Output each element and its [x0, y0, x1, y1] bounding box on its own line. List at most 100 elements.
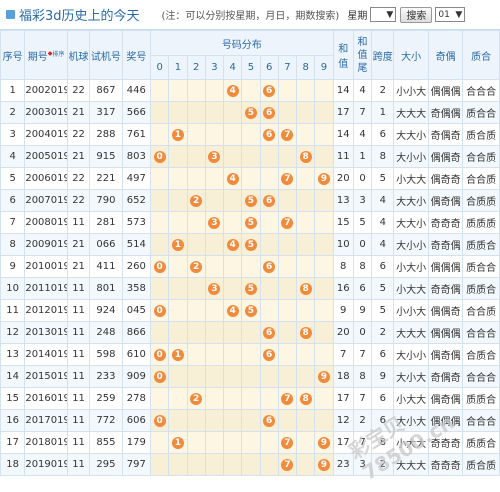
week-select[interactable]: ▼: [370, 7, 397, 22]
dist-cell-6: [259, 453, 279, 476]
cell-machine: 11: [66, 453, 91, 476]
table-row: 15 2016019 11 259 278 2 7 8 17 7 6 小大大 偶奇偶 质质合: [0, 387, 500, 410]
table-row: 17 2018019 11 855 179 1 7 9 17 7 8 小大大 奇奇奇 质质合: [0, 431, 500, 454]
digit-ball: 0: [153, 304, 166, 317]
dist-cell-8: [296, 299, 316, 322]
cell-span: 6: [371, 255, 395, 278]
dist-cell-0: 0: [150, 299, 170, 322]
cell-size: 大小小: [393, 233, 429, 256]
cell-machine: 21: [66, 145, 91, 168]
dist-cell-3: [204, 365, 225, 388]
table-row: 14 2015019 11 233 909 0 9 18 8 9 大小大 奇偶奇 合合合: [0, 365, 500, 388]
dist-cell-8: 8: [296, 277, 316, 300]
dist-cell-5: [241, 453, 261, 476]
cell-span: 5: [371, 299, 395, 322]
digit-header-2: 2: [186, 55, 206, 80]
dist-cell-4: [223, 123, 243, 146]
dist-cell-3: [204, 123, 225, 146]
dist-cell-3: [204, 299, 225, 322]
col-period[interactable]: 期号◆排序: [24, 30, 68, 80]
digit-ball: 6: [263, 326, 276, 339]
cell-primecomp: 合合质: [462, 145, 500, 168]
cell-sum-tail: 3: [352, 453, 373, 476]
cell-machine: 21: [66, 255, 91, 278]
cell-primecomp: 质质质: [462, 211, 500, 234]
dist-cell-5: [241, 145, 261, 168]
cell-sum: 17: [332, 387, 354, 410]
digit-ball: 1: [171, 348, 184, 361]
cell-size: 小小大: [393, 79, 429, 102]
dist-cell-6: [259, 145, 279, 168]
cell-sum-tail: 8: [352, 255, 373, 278]
cell-seq: 17: [0, 431, 26, 454]
dist-cell-6: 6: [259, 101, 279, 124]
cell-sum-tail: 3: [352, 189, 373, 212]
digit-ball: 9: [317, 172, 330, 185]
cell-test: 259: [89, 387, 123, 410]
cell-sum-tail: 4: [352, 79, 373, 102]
digit-ball: 8: [299, 150, 312, 163]
digit-ball: 5: [244, 282, 257, 295]
cell-size: 大大大: [393, 453, 429, 476]
count-select[interactable]: 01 ▼: [435, 7, 466, 22]
dist-cell-8: [296, 453, 316, 476]
cell-span: 4: [371, 233, 395, 256]
cell-seq: 6: [0, 189, 26, 212]
cell-machine: 11: [66, 365, 91, 388]
dist-cell-1: [168, 409, 188, 432]
cell-primecomp: 质质合: [462, 431, 500, 454]
cell-size: 大小大: [393, 409, 429, 432]
cell-oddeven: 偶偶偶: [427, 79, 464, 102]
cell-test: 248: [89, 321, 123, 344]
dist-cell-9: [314, 79, 334, 102]
dist-cell-5: [241, 387, 261, 410]
dist-cell-0: [150, 387, 170, 410]
dist-cell-6: [259, 299, 279, 322]
cell-span: 1: [371, 101, 395, 124]
table-row: 5 2006019 22 221 497 4 7 9 20 0 5 小大大 偶奇奇 合合质: [0, 167, 500, 190]
chevron-down-icon: ▼: [455, 9, 463, 20]
cell-span: 2: [371, 453, 395, 476]
chevron-down-icon: ▼: [386, 9, 394, 20]
dist-cell-4: [223, 277, 243, 300]
digit-ball: 7: [281, 216, 294, 229]
cell-oddeven: 奇偶奇: [427, 123, 464, 146]
dist-cell-3: [204, 387, 225, 410]
table-row: 11 2012019 11 924 045 0 4 5 9 9 5 小小大 偶偶奇 合合质: [0, 299, 500, 322]
dist-cell-2: [186, 343, 206, 366]
dist-cell-9: 9: [314, 453, 334, 476]
dist-cell-1: [168, 189, 188, 212]
cell-sum-tail: 7: [352, 431, 373, 454]
cell-oddeven: 奇奇奇: [427, 453, 464, 476]
dist-cell-0: [150, 123, 170, 146]
cell-span: 5: [371, 167, 395, 190]
cell-test: 915: [89, 145, 123, 168]
cell-prize: 358: [121, 277, 152, 300]
dist-cell-4: 4: [223, 79, 243, 102]
digit-ball: 5: [244, 238, 257, 251]
table-row: 12 2013019 11 248 866 6 8 20 0 2 大大大 偶偶偶 合合合: [0, 321, 500, 344]
digit-ball: 0: [153, 260, 166, 273]
search-button[interactable]: 搜索: [400, 6, 433, 23]
dist-cell-6: [259, 365, 279, 388]
dist-cell-9: [314, 233, 334, 256]
dist-cell-6: 6: [259, 123, 279, 146]
cell-test: 295: [89, 453, 123, 476]
cell-machine: 21: [66, 233, 91, 256]
digit-ball: 9: [317, 370, 330, 383]
table-row: 4 2005019 21 915 803 0 3 8 11 1 8 大小小 偶偶奇 合合质: [0, 145, 500, 168]
dist-cell-5: 5: [241, 101, 261, 124]
cell-test: 801: [89, 277, 123, 300]
cell-machine: 11: [66, 343, 91, 366]
dist-cell-0: 0: [150, 365, 170, 388]
dist-cell-7: [277, 79, 298, 102]
cell-period: 2008019: [24, 211, 68, 234]
cell-seq: 12: [0, 321, 26, 344]
dist-cell-5: [241, 431, 261, 454]
dist-cell-9: 9: [314, 167, 334, 190]
dist-cell-5: [241, 167, 261, 190]
dist-cell-8: [296, 409, 316, 432]
dist-cell-2: [186, 431, 206, 454]
history-table: 序号 期号◆排序 机球 试机号 奖号 号码分布 和值 和值尾 跨度 大小 奇偶 …: [0, 30, 500, 476]
cell-prize: 446: [121, 79, 152, 102]
